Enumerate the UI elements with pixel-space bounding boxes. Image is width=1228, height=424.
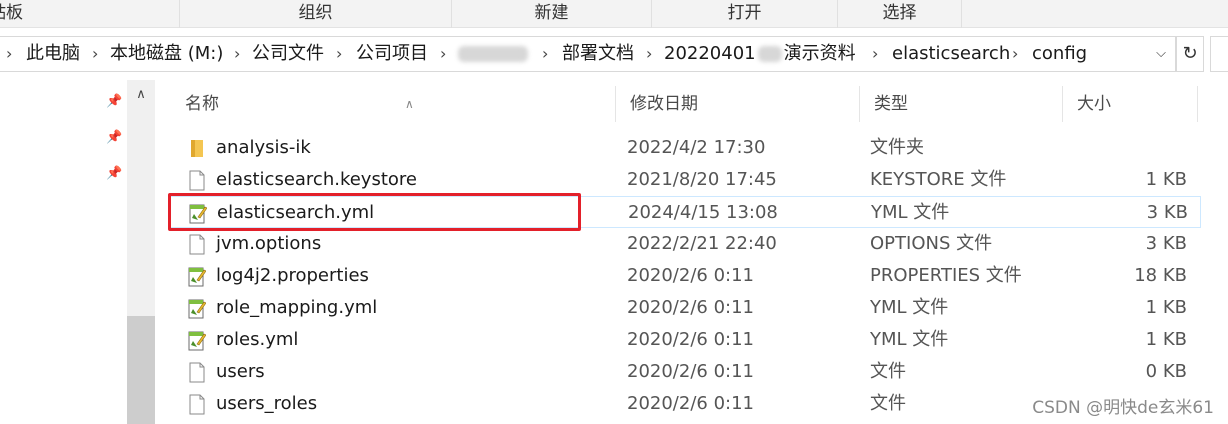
breadcrumb-deploy-docs[interactable]: 部署文档 — [562, 37, 634, 71]
file-modified-date: 2020/2/6 0:11 — [627, 361, 754, 382]
file-name: jvm.options — [216, 233, 322, 254]
ribbon-group-open[interactable]: 打开 — [652, 0, 838, 28]
breadcrumb-separator[interactable]: › — [6, 37, 12, 71]
pin-icon[interactable]: 📌 — [106, 166, 122, 182]
breadcrumb-separator[interactable]: › — [336, 37, 342, 71]
breadcrumb-company-projects[interactable]: 公司项目 — [356, 37, 428, 71]
file-size: 1 KB — [1145, 169, 1187, 190]
file-name: users — [216, 361, 265, 382]
sort-ascending-icon: ∧ — [405, 97, 414, 111]
file-modified-date: 2022/2/21 22:40 — [627, 233, 777, 254]
file-type: YML 文件 — [871, 202, 950, 223]
file-name: users_roles — [216, 393, 318, 414]
column-header-size[interactable]: 大小 — [1063, 86, 1198, 122]
file-icon — [188, 234, 206, 255]
file-type: KEYSTORE 文件 — [870, 169, 1007, 190]
ribbon-group-select[interactable]: 选择 — [838, 0, 962, 28]
file-type: 文件夹 — [870, 137, 924, 158]
breadcrumb-separator[interactable]: › — [1012, 37, 1018, 71]
breadcrumb[interactable]: › 此电脑 › 本地磁盘 (M:) › 公司文件 › 公司项目 › › 部署文档… — [0, 36, 1176, 72]
breadcrumb-drive[interactable]: 本地磁盘 (M:) — [110, 37, 223, 71]
breadcrumb-separator[interactable]: › — [234, 37, 240, 71]
breadcrumb-config[interactable]: config — [1032, 37, 1087, 71]
breadcrumb-separator[interactable]: › — [872, 37, 878, 71]
file-name: elasticsearch.keystore — [216, 169, 417, 190]
file-type: YML 文件 — [870, 297, 949, 318]
nav-scrollbar[interactable]: ∧ — [127, 80, 155, 424]
breadcrumb-demo-date: 20220401 — [664, 43, 756, 64]
table-row[interactable]: role_mapping.yml 2020/2/6 0:11 YML 文件 1 KB — [168, 292, 1201, 324]
column-header-name[interactable]: 名称 ∧ — [171, 86, 616, 122]
file-modified-date: 2022/4/2 17:30 — [627, 137, 766, 158]
scrollbar-thumb[interactable] — [127, 316, 155, 424]
column-header-date[interactable]: 修改日期 — [616, 86, 860, 122]
address-bar: › 此电脑 › 本地磁盘 (M:) › 公司文件 › 公司项目 › › 部署文档… — [0, 36, 1228, 72]
file-size: 1 KB — [1145, 329, 1187, 350]
file-modified-date: 2020/2/6 0:11 — [627, 297, 754, 318]
file-name: role_mapping.yml — [216, 297, 378, 318]
ribbon-group-new[interactable]: 新建 — [452, 0, 652, 28]
breadcrumb-demo-label: 演示资料 — [783, 43, 856, 64]
file-modified-date: 2021/8/20 17:45 — [627, 169, 777, 190]
scroll-up-icon[interactable]: ∧ — [127, 86, 155, 104]
refresh-icon: ↻ — [1182, 43, 1198, 64]
table-row[interactable]: jvm.options 2022/2/21 22:40 OPTIONS 文件 3 KB — [168, 228, 1201, 260]
redacted-text — [458, 46, 528, 62]
ribbon-group-organize[interactable]: 组织 — [180, 0, 452, 28]
file-modified-date: 2020/2/6 0:11 — [627, 265, 754, 286]
file-size — [1073, 132, 1187, 164]
file-type: 文件 — [870, 393, 906, 414]
folder-icon — [188, 138, 206, 159]
breadcrumb-elasticsearch[interactable]: elasticsearch — [892, 37, 1010, 71]
file-type: YML 文件 — [870, 329, 949, 350]
redacted-text — [757, 46, 782, 62]
file-modified-date: 2020/2/6 0:11 — [627, 393, 754, 414]
navigation-pane: 📌 📌 📌 ∧ — [0, 80, 155, 424]
search-input[interactable] — [1210, 36, 1228, 72]
annotation-highlight — [168, 193, 581, 231]
ribbon-bar: 剪贴板 组织 新建 打开 选择 — [0, 0, 1228, 28]
file-size: 3 KB — [1145, 233, 1187, 254]
file-modified-date: 2020/2/6 0:11 — [627, 329, 754, 350]
column-header-type[interactable]: 类型 — [860, 86, 1063, 122]
file-type: PROPERTIES 文件 — [870, 265, 1022, 286]
edit-file-icon — [188, 298, 207, 319]
file-modified-date: 2024/4/15 13:08 — [628, 202, 778, 223]
file-type: 文件 — [870, 361, 906, 382]
table-row[interactable]: analysis-ik 2022/4/2 17:30 文件夹 — [168, 132, 1201, 164]
table-row[interactable]: roles.yml 2020/2/6 0:11 YML 文件 1 KB — [168, 324, 1201, 356]
breadcrumb-separator[interactable]: › — [542, 37, 548, 71]
file-icon — [188, 362, 206, 383]
chevron-down-icon[interactable]: ⌵ — [1150, 37, 1172, 71]
refresh-button[interactable]: ↻ — [1176, 36, 1204, 72]
breadcrumb-separator[interactable]: › — [92, 37, 98, 71]
breadcrumb-demo-folder[interactable]: 20220401 演示资料 — [664, 37, 856, 71]
edit-file-icon — [188, 266, 207, 287]
edit-file-icon — [188, 330, 207, 351]
breadcrumb-separator[interactable]: › — [646, 37, 652, 71]
file-type: OPTIONS 文件 — [870, 233, 993, 254]
file-size: 18 KB — [1134, 265, 1187, 286]
file-size: 1 KB — [1145, 297, 1187, 318]
table-row[interactable]: elasticsearch.keystore 2021/8/20 17:45 KEY… — [168, 164, 1201, 196]
file-size: 0 KB — [1145, 361, 1187, 382]
breadcrumb-this-pc[interactable]: 此电脑 — [26, 37, 80, 71]
pin-icon[interactable]: 📌 — [106, 130, 122, 146]
file-list: 名称 ∧ 修改日期 类型 大小 analysis-ik 2022/4/2 17:30… — [155, 80, 1228, 424]
file-icon — [188, 170, 206, 191]
watermark: CSDN @明快de玄米61 — [1032, 398, 1214, 418]
table-row[interactable]: log4j2.properties 2020/2/6 0:11 PROPERTIES… — [168, 260, 1201, 292]
file-name: log4j2.properties — [216, 265, 369, 286]
file-name: roles.yml — [216, 329, 299, 350]
table-row[interactable]: users 2020/2/6 0:11 文件 0 KB — [168, 356, 1201, 388]
pin-icon[interactable]: 📌 — [106, 94, 122, 110]
file-icon — [188, 394, 206, 415]
file-name: analysis-ik — [216, 137, 311, 158]
breadcrumb-separator[interactable]: › — [440, 37, 446, 71]
file-size: 3 KB — [1146, 202, 1188, 223]
breadcrumb-redacted[interactable] — [458, 37, 528, 71]
ribbon-group-clipboard[interactable]: 剪贴板 — [0, 0, 180, 28]
breadcrumb-company-files[interactable]: 公司文件 — [252, 37, 324, 71]
